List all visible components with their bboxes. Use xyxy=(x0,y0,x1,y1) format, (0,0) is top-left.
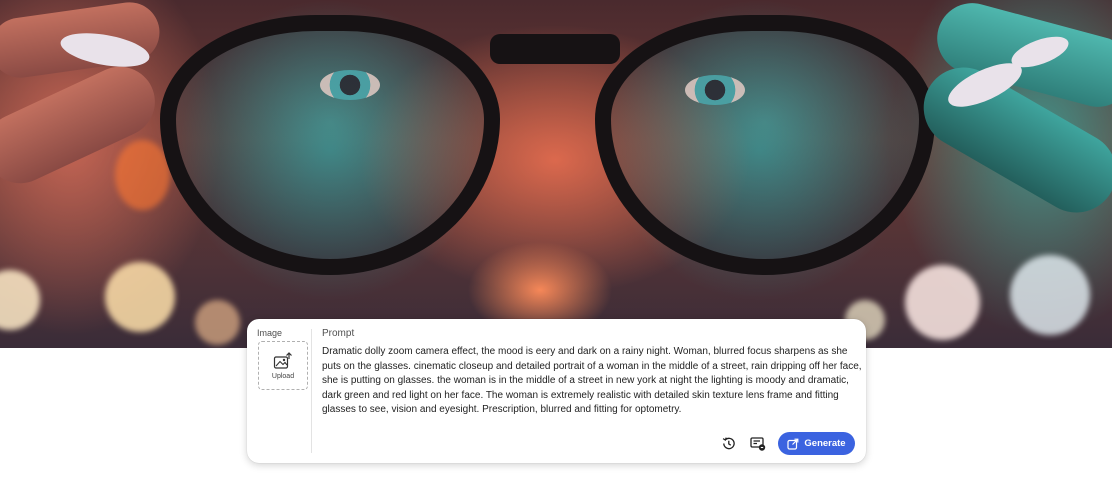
bokeh-light xyxy=(195,300,240,345)
prompt-label: Prompt xyxy=(322,328,355,339)
stage: Image Upload Prompt Dramatic dolly zoom … xyxy=(0,0,1112,486)
hero-image xyxy=(0,0,1112,348)
image-label: Image xyxy=(257,328,283,338)
glasses-left-lens xyxy=(160,15,500,275)
upload-button[interactable]: Upload xyxy=(258,341,308,390)
panel-divider xyxy=(311,329,312,453)
glasses-bridge xyxy=(490,34,620,64)
credits-button[interactable] xyxy=(749,434,767,452)
upload-image-icon xyxy=(273,351,292,369)
left-eye xyxy=(320,70,380,100)
bokeh-light xyxy=(105,262,175,332)
generate-label: Generate xyxy=(804,438,846,449)
glasses-right-lens xyxy=(595,15,935,275)
history-button[interactable] xyxy=(719,434,737,452)
generate-button[interactable]: Generate xyxy=(778,432,855,455)
bokeh-light xyxy=(0,270,40,330)
prompt-card: Image Upload Prompt Dramatic dolly zoom … xyxy=(247,319,866,463)
bokeh-light xyxy=(1010,255,1090,335)
generate-icon xyxy=(787,438,799,450)
upload-label: Upload xyxy=(271,372,295,380)
history-icon xyxy=(722,436,735,449)
bokeh-light xyxy=(115,140,170,210)
right-eye xyxy=(685,75,745,105)
bokeh-light xyxy=(905,265,980,340)
prompt-textarea[interactable]: Dramatic dolly zoom camera effect, the m… xyxy=(322,345,862,418)
image-panel: Image Upload xyxy=(247,319,311,463)
credits-icon xyxy=(750,436,766,451)
